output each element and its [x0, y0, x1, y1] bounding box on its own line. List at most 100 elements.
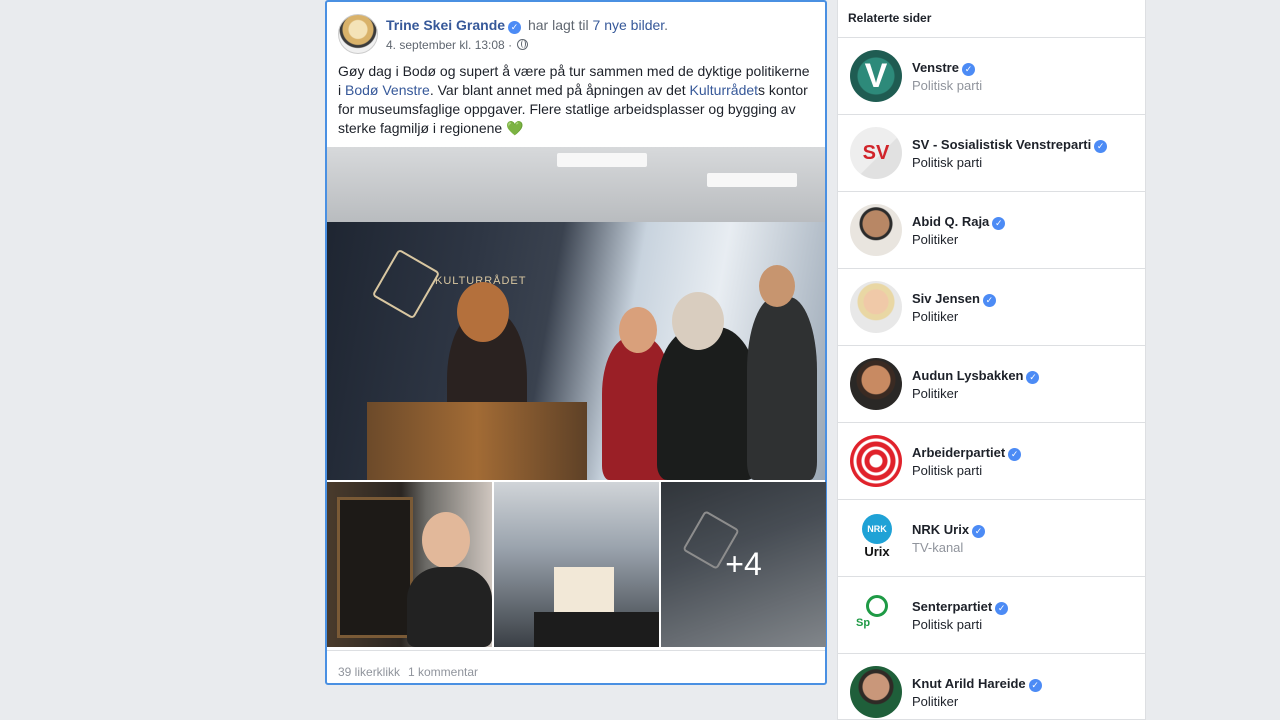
sv-avatar[interactable]: SV [850, 127, 902, 179]
related-item-name-text[interactable]: Siv Jensen [912, 291, 980, 306]
related-item[interactable]: V Venstre ✓ Politisk parti [838, 38, 1145, 115]
verified-badge-icon: ✓ [982, 294, 996, 307]
likes-count[interactable]: 39 likerklikk [338, 665, 400, 679]
main-photo[interactable]: KULTURRÅDET [327, 147, 825, 480]
siv-jensen-avatar[interactable] [850, 281, 902, 333]
senterpartiet-avatar[interactable]: Sp [850, 589, 902, 641]
author-name-link[interactable]: Trine Skei Grande [386, 17, 505, 33]
clover-logo-icon [866, 595, 888, 617]
verified-badge-icon: ✓ [1094, 140, 1108, 153]
verified-badge-icon: ✓ [961, 63, 975, 76]
related-item-category: Politisk parti [912, 617, 983, 632]
photo-detail [707, 173, 797, 187]
photo-chairs [367, 402, 587, 480]
green-heart-emoji: 💚 [506, 120, 524, 136]
venstre-avatar[interactable]: V [850, 50, 902, 102]
related-item-name[interactable]: Knut Arild Hareide ✓ [912, 676, 1045, 692]
photo-thumbnail[interactable]: +4 [661, 482, 826, 647]
photo-person-head [619, 307, 657, 353]
related-item-category: Politisk parti [912, 155, 983, 170]
related-item-name-text[interactable]: NRK Urix [912, 522, 969, 537]
related-item-name[interactable]: SV - Sosialistisk Venstreparti ✓ [912, 137, 1110, 153]
action-text: har lagt til [527, 17, 589, 33]
related-item-name-text[interactable]: Audun Lysbakken [912, 368, 1023, 383]
post-text: Gøy dag i Bodø og supert å være på tur s… [338, 62, 814, 138]
related-item-name-text[interactable]: Venstre [912, 60, 959, 75]
verified-badge-icon: ✓ [1008, 448, 1022, 461]
related-item-name[interactable]: Audun Lysbakken ✓ [912, 368, 1042, 384]
related-item-category: Politisk parti [912, 463, 983, 478]
related-item-category: Politiker [912, 694, 959, 709]
related-item[interactable]: Audun Lysbakken ✓ Politiker [838, 346, 1145, 423]
photo-person-head [759, 265, 795, 307]
verified-badge-icon: ✓ [972, 525, 986, 538]
verified-badge-icon: ✓ [508, 21, 522, 34]
photo-person [407, 567, 492, 647]
photo-person-head [422, 512, 470, 568]
audun-lysbakken-avatar[interactable] [850, 358, 902, 410]
related-item-name-text[interactable]: Arbeiderpartiet [912, 445, 1005, 460]
related-item-name-text[interactable]: Abid Q. Raja [912, 214, 989, 229]
related-item-category: Politisk parti [912, 78, 983, 93]
kulturradet-logo-icon [371, 248, 441, 320]
related-item[interactable]: Knut Arild Hareide ✓ Politiker [838, 654, 1145, 719]
abid-raja-avatar[interactable] [850, 204, 902, 256]
sv-logo-icon: SV [862, 141, 890, 164]
post-card: Trine Skei Grande ✓ har lagt til 7 nye bi… [325, 0, 827, 685]
action-end: . [664, 17, 669, 33]
post-timestamp[interactable]: 4. september kl. 13:08 · [386, 38, 512, 52]
sp-logo-text: Sp [856, 617, 871, 629]
nrk-logo-icon: NRK [862, 514, 892, 544]
related-item-name[interactable]: Siv Jensen ✓ [912, 291, 999, 307]
author-avatar[interactable] [338, 14, 378, 54]
arbeiderpartiet-avatar[interactable] [850, 435, 902, 487]
photo-detail [557, 153, 647, 167]
photo-person-head [672, 292, 724, 350]
photo-person [657, 327, 757, 480]
globe-icon[interactable] [517, 39, 529, 50]
post-header-line: Trine Skei Grande ✓ har lagt til 7 nye bi… [386, 16, 668, 34]
related-item-category: TV-kanal [912, 540, 964, 555]
related-item-name[interactable]: Arbeiderpartiet ✓ [912, 445, 1024, 461]
post-meta: 4. september kl. 13:08 · [386, 38, 529, 52]
related-item[interactable]: NRK Urix NRK Urix ✓ TV-kanal [838, 500, 1145, 577]
related-item[interactable]: Arbeiderpartiet ✓ Politisk parti [838, 423, 1145, 500]
verified-badge-icon: ✓ [995, 602, 1009, 615]
related-item-name[interactable]: Venstre ✓ [912, 60, 978, 76]
related-pages-panel: Relaterte sider V Venstre ✓ Politisk part… [837, 0, 1146, 720]
related-item-name[interactable]: NRK Urix ✓ [912, 522, 988, 538]
related-item-name-text[interactable]: Senterpartiet [912, 599, 992, 614]
knut-arild-hareide-avatar[interactable] [850, 666, 902, 718]
post-footer: 39 likerklikk 1 kommentar [327, 650, 825, 684]
related-item-name-text[interactable]: Knut Arild Hareide [912, 676, 1026, 691]
bodo-venstre-link[interactable]: Bodø Venstre [345, 82, 430, 98]
verified-badge-icon: ✓ [1028, 679, 1042, 692]
post-header: Trine Skei Grande ✓ har lagt til 7 nye bi… [338, 14, 815, 58]
photo-person-head [457, 282, 509, 342]
related-item-category: Politiker [912, 232, 959, 247]
portrait-frame [337, 497, 413, 638]
urix-logo-text: Urix [864, 544, 890, 559]
nrk-urix-avatar[interactable]: NRK Urix [850, 512, 902, 564]
photo-person [747, 297, 817, 480]
related-item[interactable]: Siv Jensen ✓ Politiker [838, 269, 1145, 346]
related-item-name[interactable]: Abid Q. Raja ✓ [912, 214, 1008, 230]
more-photos-overlay[interactable]: +4 [661, 482, 826, 647]
photo-thumbnail[interactable] [327, 482, 492, 647]
related-pages-title: Relaterte sider [838, 0, 1145, 38]
photos-link[interactable]: 7 nye bilder [593, 17, 665, 33]
related-item-category: Politiker [912, 386, 959, 401]
verified-badge-icon: ✓ [1026, 371, 1040, 384]
kulturradet-link[interactable]: Kulturrådet [690, 82, 758, 98]
related-item[interactable]: SV SV - Sosialistisk Venstreparti ✓ Polit… [838, 115, 1145, 192]
post-text-part: . Var blant annet med på åpningen av det [429, 82, 690, 98]
comments-count[interactable]: 1 kommentar [408, 665, 478, 679]
photo-thumbnail[interactable] [494, 482, 659, 647]
related-item[interactable]: Abid Q. Raja ✓ Politiker [838, 192, 1145, 269]
related-item-name-text[interactable]: SV - Sosialistisk Venstreparti [912, 137, 1091, 152]
verified-badge-icon: ✓ [992, 217, 1006, 230]
photo-stage [534, 612, 659, 647]
related-item[interactable]: Sp Senterpartiet ✓ Politisk parti [838, 577, 1145, 654]
venstre-logo-icon: V [864, 56, 888, 95]
related-item-name[interactable]: Senterpartiet ✓ [912, 599, 1011, 615]
